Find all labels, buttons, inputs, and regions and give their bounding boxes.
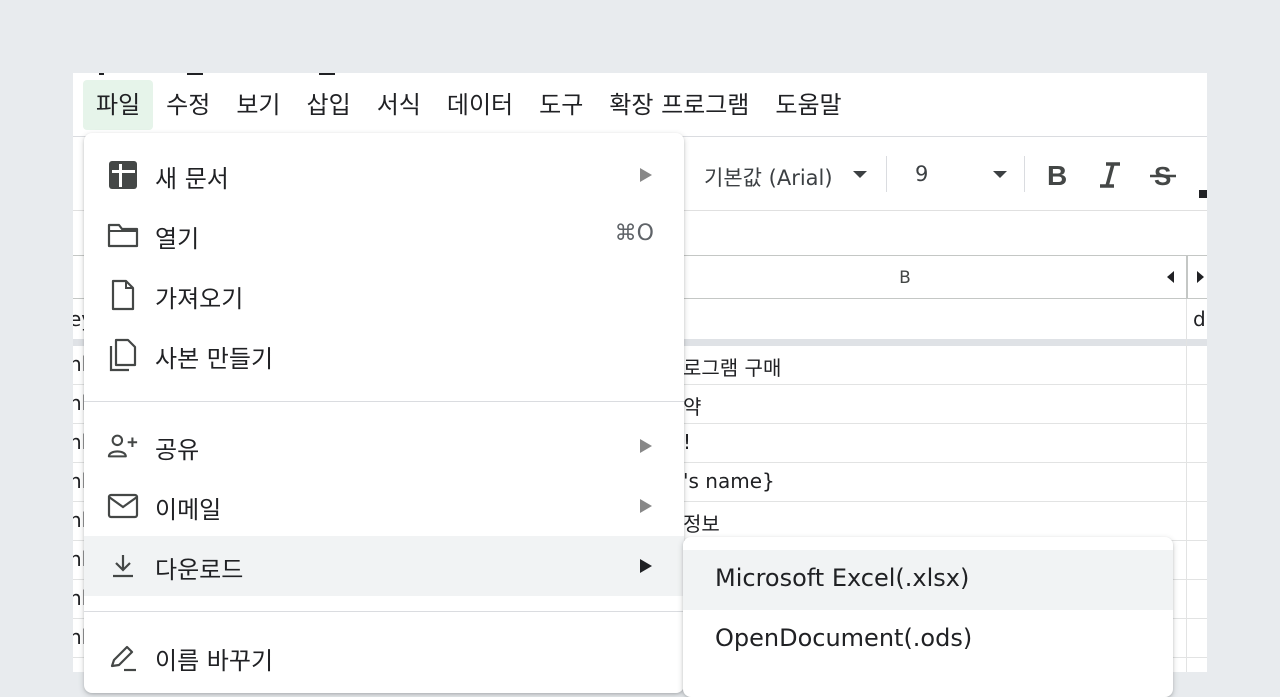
file-menu-dropdown: 새 문서 열기 ⌘O 가져오기 사본 만들기 공유 이메일 다운로드 이름 바꾸… — [84, 133, 684, 693]
menu-item-label: 새 문서 — [155, 165, 229, 193]
folder-icon — [107, 219, 139, 251]
shortcut-label: ⌘O — [614, 221, 654, 246]
bold-icon[interactable]: B — [1040, 158, 1074, 192]
font-family-select[interactable]: 기본값 (Arial) — [704, 162, 833, 192]
add-person-icon — [107, 430, 139, 462]
menu-divider — [84, 401, 684, 402]
menu-tools[interactable]: 도구 — [526, 80, 596, 130]
menu-item-share[interactable]: 공유 — [84, 416, 684, 476]
menu-file[interactable]: 파일 — [83, 79, 154, 130]
menu-item-rename[interactable]: 이름 바꾸기 — [84, 627, 684, 687]
new-sheet-icon — [107, 159, 139, 191]
cell-c[interactable]: d — [1193, 307, 1206, 331]
menu-item-download[interactable]: 다운로드 — [84, 536, 684, 596]
menu-item-new-document[interactable]: 새 문서 — [84, 145, 684, 205]
toolbar-divider — [1024, 156, 1025, 192]
italic-icon[interactable] — [1093, 158, 1127, 192]
rename-pencil-icon — [107, 641, 139, 673]
mail-icon — [107, 490, 139, 522]
menu-extensions[interactable]: 확장 프로그램 — [596, 80, 762, 130]
download-icon — [107, 550, 139, 582]
submenu-item-label: Microsoft Excel(.xlsx) — [715, 564, 970, 592]
file-icon — [107, 279, 139, 311]
submenu-arrow-icon — [640, 168, 652, 182]
menu-help[interactable]: 도움말 — [762, 80, 854, 130]
download-submenu: Microsoft Excel(.xlsx) OpenDocument(.ods… — [683, 537, 1173, 697]
submenu-arrow-icon — [640, 559, 652, 573]
submenu-arrow-icon — [640, 499, 652, 513]
column-divider — [1186, 256, 1188, 298]
svg-text:B: B — [1047, 161, 1067, 189]
download-option-xlsx[interactable]: Microsoft Excel(.xlsx) — [683, 550, 1173, 610]
menu-item-label: 공유 — [155, 436, 200, 464]
menu-divider — [84, 611, 684, 612]
cell-b[interactable]: 로그램 구매 — [683, 352, 781, 381]
menu-item-open[interactable]: 열기 ⌘O — [84, 205, 684, 265]
menu-item-email[interactable]: 이메일 — [84, 476, 684, 536]
scroll-right-icon[interactable] — [1197, 271, 1204, 283]
menubar: 파일 수정 보기 삽입 서식 데이터 도구 확장 프로그램 도움말 — [73, 73, 1207, 137]
copy-icon — [107, 338, 139, 372]
menu-item-label: 다운로드 — [155, 556, 244, 584]
column-header-b[interactable]: B — [893, 268, 917, 288]
submenu-arrow-icon — [640, 439, 652, 453]
menu-item-label: 열기 — [155, 225, 200, 253]
menu-format[interactable]: 서식 — [364, 80, 434, 130]
cell-b[interactable]: 's name} — [683, 469, 775, 493]
toolbar-divider — [886, 156, 887, 192]
menu-item-import[interactable]: 가져오기 — [84, 265, 684, 325]
download-option-ods[interactable]: OpenDocument(.ods) — [683, 610, 1173, 670]
menu-edit[interactable]: 수정 — [153, 80, 223, 130]
menu-item-label: 이름 바꾸기 — [155, 647, 274, 675]
cell-b[interactable]: ! — [683, 430, 691, 454]
strikethrough-icon[interactable]: S — [1146, 158, 1180, 192]
font-family-dropdown-icon[interactable] — [853, 171, 867, 178]
menu-insert[interactable]: 삽입 — [294, 80, 364, 130]
cell-b[interactable]: 약 — [683, 391, 701, 420]
menu-view[interactable]: 보기 — [223, 80, 293, 130]
toolbar-overflow-marker — [1199, 190, 1207, 198]
column-gridline — [1186, 299, 1187, 672]
submenu-item-label: OpenDocument(.ods) — [715, 624, 973, 652]
menu-data[interactable]: 데이터 — [434, 80, 526, 130]
menu-item-make-copy[interactable]: 사본 만들기 — [84, 325, 684, 385]
scroll-left-icon[interactable] — [1167, 271, 1174, 283]
font-size-select[interactable]: 9 — [915, 162, 928, 186]
menu-item-label: 가져오기 — [155, 285, 244, 313]
menu-item-label: 이메일 — [155, 496, 222, 524]
menu-item-label: 사본 만들기 — [155, 345, 274, 373]
cell-b[interactable]: 정보 — [683, 508, 720, 537]
font-size-dropdown-icon[interactable] — [993, 171, 1007, 178]
